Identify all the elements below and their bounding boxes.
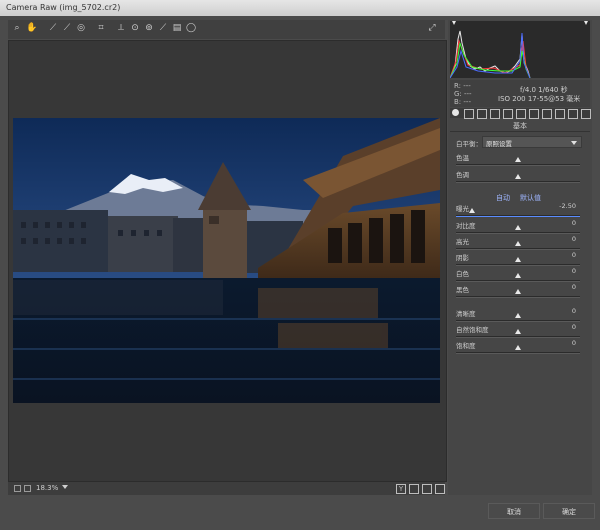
cancel-button-label: 取消 — [507, 508, 521, 516]
photo-preview — [13, 118, 440, 403]
zoom-level[interactable]: 18.3% — [36, 484, 58, 492]
shadows-value[interactable]: 0 — [546, 251, 576, 259]
exposure-value[interactable]: -2.50 — [546, 202, 576, 210]
vibrance-slider-track[interactable] — [456, 336, 580, 338]
saturation-label: 饱和度 — [456, 342, 476, 350]
ok-button[interactable]: 确定 — [543, 503, 595, 519]
toolbar: ⌕ ✋ ⟋ ⟋ ◎ ⌗ ⟂ ⊙ ⊚ ⟋ ▤ ◯ ⤢ — [8, 20, 445, 39]
contrast-slider-thumb[interactable] — [515, 225, 521, 230]
settings-menu-icon[interactable] — [435, 484, 445, 494]
highlights-slider-track[interactable] — [456, 248, 580, 250]
whites-value[interactable]: 0 — [546, 267, 576, 275]
rotate-icon[interactable]: ◯ — [186, 23, 196, 33]
saturation-slider-track[interactable] — [456, 352, 580, 354]
tint-label: 色调 — [456, 171, 469, 179]
tab-presets-icon[interactable] — [555, 109, 565, 119]
saturation-value[interactable]: 0 — [546, 339, 576, 347]
info-panel: R: --- G: --- B: --- f/4.0 1/640 秒 ISO 2… — [450, 80, 590, 107]
spot-removal-tool-icon[interactable]: ⊙ — [130, 23, 140, 33]
highlights-value[interactable]: 0 — [546, 235, 576, 243]
vibrance-slider-thumb[interactable] — [515, 329, 521, 334]
blacks-slider-thumb[interactable] — [515, 289, 521, 294]
exposure-slider-thumb[interactable] — [469, 208, 476, 213]
temp-slider-track[interactable] — [456, 164, 580, 166]
crop-tool-icon[interactable]: ⌗ — [96, 23, 106, 33]
white-balance-label: 白平衡： — [456, 140, 482, 148]
fullscreen-icon[interactable]: ⤢ — [427, 23, 437, 33]
tab-camera-calibration-icon[interactable] — [542, 109, 552, 119]
exposure-label: 曝光 — [456, 205, 469, 213]
tab-effects-icon[interactable] — [529, 109, 539, 119]
chevron-down-icon — [571, 141, 577, 145]
clarity-slider-thumb[interactable] — [515, 313, 521, 318]
vibrance-value[interactable]: 0 — [546, 323, 576, 331]
tab-tone-curve-icon[interactable] — [464, 109, 474, 119]
chevron-down-icon[interactable] — [62, 485, 68, 489]
compare-icon[interactable] — [422, 484, 432, 494]
tint-slider-thumb[interactable] — [515, 174, 521, 179]
whites-label: 白色 — [456, 270, 469, 278]
title-bar: Camera Raw (img_5702.cr2) — [0, 0, 600, 17]
clarity-slider-track[interactable] — [456, 320, 580, 322]
shadows-slider-thumb[interactable] — [515, 257, 521, 262]
shadows-label: 阴影 — [456, 254, 469, 262]
blacks-label: 黑色 — [456, 286, 469, 294]
clarity-label: 清晰度 — [456, 310, 476, 318]
contrast-label: 对比度 — [456, 222, 476, 230]
whites-slider-track[interactable] — [456, 280, 580, 282]
info-iso-line: ISO 200 17-55@53 毫米 — [498, 95, 581, 103]
tint-slider-track[interactable] — [456, 181, 580, 183]
auto-link[interactable]: 自动 — [496, 193, 510, 203]
white-balance-select[interactable]: 原照设置 — [482, 136, 582, 148]
white-balance-value: 原照设置 — [486, 140, 512, 148]
target-adjust-tool-icon[interactable]: ◎ — [76, 23, 86, 33]
highlights-slider-thumb[interactable] — [515, 241, 521, 246]
panel-menu-icon[interactable] — [581, 109, 591, 119]
saturation-slider-thumb[interactable] — [515, 345, 521, 350]
info-r: R: --- — [454, 82, 471, 90]
before-after-toggle-icon[interactable]: Y — [396, 484, 406, 494]
status-bar: 18.3% Y — [8, 482, 445, 495]
default-link[interactable]: 默认值 — [520, 193, 541, 203]
tab-lens-icon[interactable] — [516, 109, 526, 119]
panel-title: 基本 — [513, 122, 527, 130]
contrast-value[interactable]: 0 — [546, 219, 576, 227]
window-title: Camera Raw (img_5702.cr2) — [6, 3, 121, 12]
panel-tabs — [450, 108, 591, 119]
temp-slider-thumb[interactable] — [515, 157, 521, 162]
tab-hsl-icon[interactable] — [490, 109, 500, 119]
tab-detail-icon[interactable] — [477, 109, 487, 119]
ok-button-label: 确定 — [562, 508, 576, 516]
zoom-in-icon[interactable] — [24, 485, 31, 492]
adjustment-brush-tool-icon[interactable]: ⟋ — [158, 23, 168, 33]
before-after-split-icon[interactable] — [409, 484, 419, 494]
blacks-value[interactable]: 0 — [546, 283, 576, 291]
contrast-slider-track[interactable] — [456, 232, 580, 234]
cancel-button[interactable]: 取消 — [488, 503, 540, 519]
tab-basic-icon[interactable] — [452, 109, 459, 116]
preferences-icon[interactable]: ▤ — [172, 23, 182, 33]
temp-label: 色温 — [456, 154, 469, 162]
white-balance-tool-icon[interactable]: ⟋ — [48, 23, 58, 33]
tab-split-toning-icon[interactable] — [503, 109, 513, 119]
whites-slider-thumb[interactable] — [515, 273, 521, 278]
shadows-slider-track[interactable] — [456, 264, 580, 266]
zoom-tool-icon[interactable]: ⌕ — [12, 23, 22, 33]
color-sampler-tool-icon[interactable]: ⟋ — [62, 23, 72, 33]
highlights-label: 高光 — [456, 238, 469, 246]
tab-snapshots-icon[interactable] — [568, 109, 578, 119]
histogram — [449, 21, 590, 79]
info-b: B: --- — [454, 98, 471, 106]
clarity-value[interactable]: 0 — [546, 307, 576, 315]
blacks-slider-track[interactable] — [456, 296, 580, 298]
panel-header: 基本 — [450, 119, 590, 132]
red-eye-tool-icon[interactable]: ⊚ — [144, 23, 154, 33]
exposure-slider-track[interactable] — [456, 215, 580, 217]
vibrance-label: 自然饱和度 — [456, 326, 489, 334]
hand-tool-icon[interactable]: ✋ — [26, 23, 37, 33]
info-g: G: --- — [454, 90, 472, 98]
zoom-out-icon[interactable] — [14, 485, 21, 492]
straighten-tool-icon[interactable]: ⟂ — [116, 23, 126, 33]
